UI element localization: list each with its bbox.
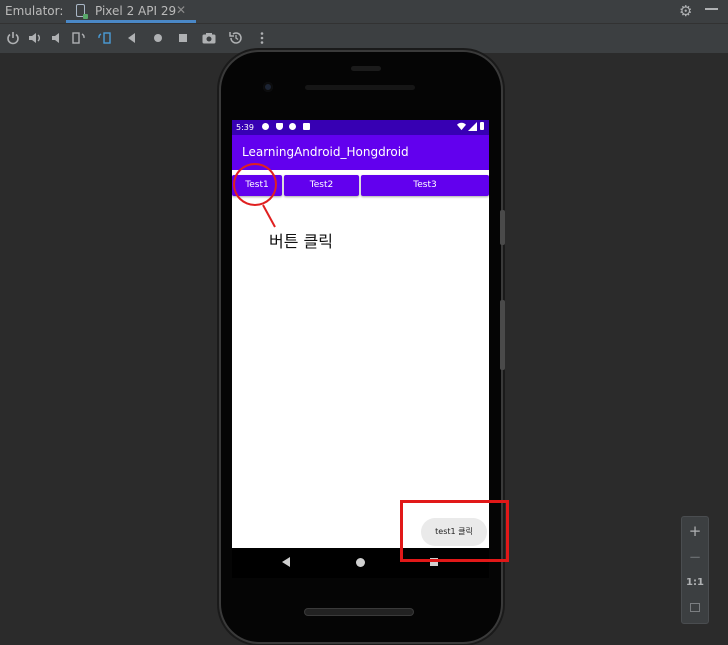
phone-earpiece bbox=[305, 85, 415, 90]
rotate-right-icon[interactable] bbox=[96, 30, 112, 46]
emulator-toolbar bbox=[0, 23, 728, 53]
app-toolbar: LearningAndroid_Hongdroid bbox=[232, 135, 489, 170]
tab-pixel-2-api-29[interactable]: Pixel 2 API 29 ✕ bbox=[66, 0, 196, 23]
overview-icon[interactable] bbox=[175, 30, 191, 46]
screenshot-icon[interactable] bbox=[201, 30, 217, 46]
status-time: 5:39 bbox=[236, 123, 254, 132]
test2-button[interactable]: Test2 bbox=[284, 175, 359, 196]
phone-speaker-top bbox=[351, 66, 381, 71]
nav-home-icon[interactable] bbox=[356, 558, 365, 567]
app-title: LearningAndroid_Hongdroid bbox=[242, 145, 409, 159]
zoom-fit-icon[interactable] bbox=[690, 603, 700, 612]
home-icon[interactable] bbox=[150, 30, 166, 46]
volume-down-icon[interactable] bbox=[49, 30, 65, 46]
zoom-in-button[interactable]: + bbox=[682, 519, 708, 543]
front-camera-icon bbox=[263, 82, 273, 92]
gear-icon[interactable]: ⚙ bbox=[679, 2, 692, 20]
battery-icon bbox=[480, 122, 484, 130]
phone-volume-button[interactable] bbox=[500, 300, 505, 370]
nav-back-icon[interactable] bbox=[282, 557, 290, 567]
back-icon[interactable] bbox=[124, 30, 140, 46]
signal-icon bbox=[468, 122, 477, 133]
zoom-controls: + − 1:1 bbox=[681, 516, 709, 624]
status-bar: 5:39 bbox=[232, 120, 489, 135]
phone-speaker-bottom bbox=[305, 609, 413, 615]
shield-notification-icon bbox=[276, 123, 283, 130]
annotation-circle bbox=[233, 163, 277, 206]
annotation-box bbox=[400, 500, 509, 562]
snapshot-icon[interactable] bbox=[228, 30, 244, 46]
rotate-left-icon[interactable] bbox=[71, 30, 87, 46]
zoom-one-to-one-button[interactable]: 1:1 bbox=[682, 571, 708, 595]
wifi-icon bbox=[457, 122, 466, 133]
phone-power-button[interactable] bbox=[500, 210, 505, 245]
sync-notification-icon bbox=[289, 123, 296, 130]
zoom-out-button[interactable]: − bbox=[682, 545, 708, 569]
power-icon[interactable] bbox=[5, 30, 21, 46]
tab-close-icon[interactable]: ✕ bbox=[176, 3, 186, 17]
minimize-icon[interactable] bbox=[705, 8, 718, 10]
tab-label: Pixel 2 API 29 bbox=[95, 4, 177, 18]
settings-notification-icon bbox=[262, 123, 269, 130]
sd-card-icon bbox=[303, 123, 310, 130]
annotation-label: 버튼 클릭 bbox=[269, 232, 333, 251]
volume-up-icon[interactable] bbox=[27, 30, 43, 46]
emulator-tab-bar: Emulator: Pixel 2 API 29 ✕ ⚙ bbox=[0, 0, 728, 23]
test3-button[interactable]: Test3 bbox=[361, 175, 489, 196]
device-icon bbox=[76, 4, 88, 19]
emulator-label: Emulator: bbox=[5, 4, 64, 18]
more-icon[interactable] bbox=[254, 30, 270, 46]
